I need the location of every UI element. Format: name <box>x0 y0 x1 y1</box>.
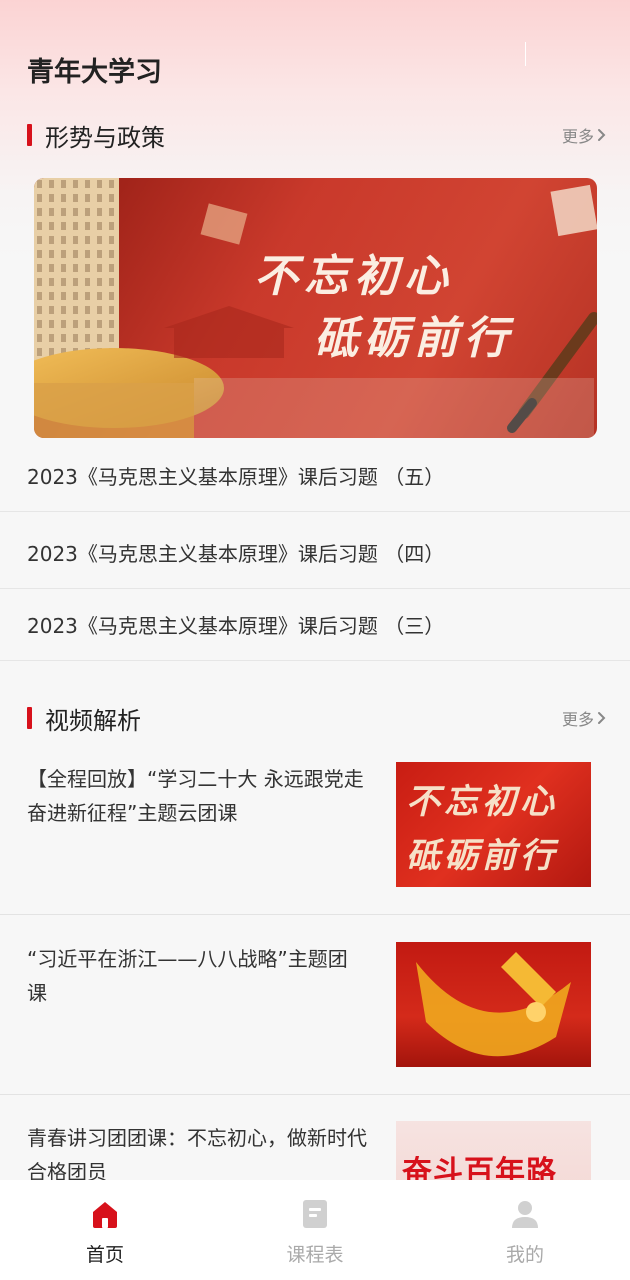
person-icon <box>512 1201 538 1228</box>
section-accent-bar <box>27 124 32 146</box>
page-title: 青年大学习 <box>27 57 162 88</box>
video-section-title: 视频解析 <box>45 706 141 735</box>
article-item[interactable]: 2023《马克思主义基本原理》课后习题 （三） <box>0 589 630 661</box>
header-divider <box>525 42 526 66</box>
scroll-content[interactable]: 青年大学习 形势与政策 更多 不忘初心 砥砺前行 2023《马克思主义基本原理》… <box>0 0 630 1180</box>
video-thumbnail: 不忘初心 砥砺前行 <box>396 762 591 887</box>
chevron-right-icon <box>598 129 606 141</box>
video-thumbnail: 奋斗百年路 <box>396 1121 591 1180</box>
video-list-item[interactable]: 青春讲习团团课：不忘初心，做新时代合格团员 奋斗百年路 <box>0 1121 630 1180</box>
article-title: 2023《马克思主义基本原理》课后习题 （三） <box>27 614 445 638</box>
article-item[interactable]: 2023《马克思主义基本原理》课后习题 （五） <box>0 440 630 512</box>
video-title: 【全程回放】“学习二十大 永远跟党走 奋进新征程”主题云团课 <box>27 767 364 825</box>
video-list-item[interactable]: 【全程回放】“学习二十大 永远跟党走 奋进新征程”主题云团课 不忘初心 砥砺前行 <box>0 762 630 915</box>
more-label: 更多 <box>561 127 594 146</box>
policy-more-link[interactable]: 更多 <box>562 123 607 147</box>
tab-profile[interactable]: 我的 <box>420 1180 630 1280</box>
video-more-link[interactable]: 更多 <box>562 706 607 730</box>
policy-banner[interactable]: 不忘初心 砥砺前行 <box>34 178 597 438</box>
thumb-text: 奋斗百年路 <box>402 1155 557 1180</box>
banner-headline-line2: 砥砺前行 <box>314 313 514 364</box>
more-label: 更多 <box>561 710 594 729</box>
section-accent-bar <box>27 707 32 729</box>
video-thumbnail <box>396 942 591 1067</box>
book-icon <box>303 1200 327 1228</box>
chevron-right-icon <box>598 712 606 724</box>
video-title: 青春讲习团团课：不忘初心，做新时代合格团员 <box>27 1126 367 1180</box>
video-title: “习近平在浙江——八八战略”主题团课 <box>27 947 348 1005</box>
tab-schedule[interactable]: 课程表 <box>210 1180 420 1280</box>
article-item[interactable]: 2023《马克思主义基本原理》课后习题 （四） <box>0 517 630 589</box>
tab-schedule-label: 课程表 <box>286 1244 344 1266</box>
tab-profile-label: 我的 <box>505 1244 544 1266</box>
thumb-text-line1: 不忘初心 <box>406 782 558 822</box>
thumb-text-line2: 砥砺前行 <box>406 836 558 876</box>
home-icon <box>93 1202 117 1228</box>
banner-headline-line1: 不忘初心 <box>254 251 454 302</box>
tab-home[interactable]: 首页 <box>0 1180 210 1280</box>
policy-section-title: 形势与政策 <box>45 123 165 152</box>
video-list-item[interactable]: “习近平在浙江——八八战略”主题团课 <box>0 942 630 1095</box>
tab-home-label: 首页 <box>85 1244 124 1266</box>
article-title: 2023《马克思主义基本原理》课后习题 （四） <box>27 542 445 566</box>
party-emblem-icon <box>416 952 571 1057</box>
bottom-tab-bar: 首页 课程表 我的 <box>0 1180 630 1280</box>
article-title: 2023《马克思主义基本原理》课后习题 （五） <box>27 465 445 489</box>
video-section-header: 视频解析 更多 <box>27 701 607 735</box>
policy-section-header: 形势与政策 更多 <box>27 118 607 152</box>
